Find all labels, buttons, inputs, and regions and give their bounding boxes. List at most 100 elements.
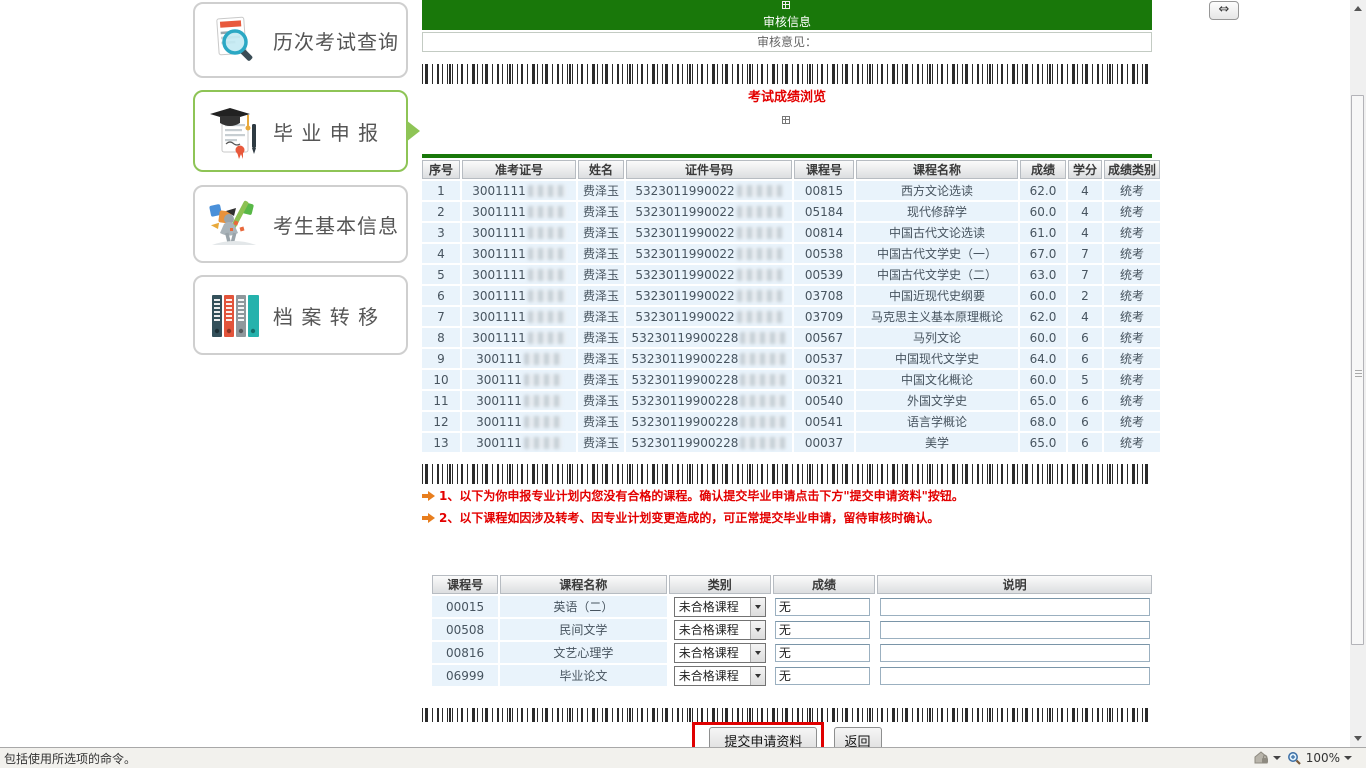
cell-credit: 5	[1068, 370, 1102, 389]
masked-digits	[524, 353, 562, 365]
cell-idcard: 53230119900228	[626, 412, 792, 431]
cell-course-name: 中国文化概论	[856, 370, 1018, 389]
cell-ticket: 3001111	[462, 223, 576, 242]
sidebar-item-label: 历次考试查询	[273, 26, 399, 55]
sidebar-item-label: 档 案 转 移	[273, 301, 379, 330]
col-score: 成绩	[773, 575, 875, 594]
cell-credit: 6	[1068, 391, 1102, 410]
cell-course-name: 马克思主义基本原理概论	[856, 307, 1018, 326]
cell-course-name: 美学	[856, 433, 1018, 452]
note-input[interactable]	[880, 621, 1150, 639]
chevron-down-icon	[755, 605, 761, 612]
cell-type: 统考	[1104, 391, 1160, 410]
cell-score	[773, 596, 875, 617]
cell-idcard: 5323011990022	[626, 307, 792, 326]
cell-course-no: 03709	[794, 307, 854, 326]
score-row: 23001111费泽玉532301199002205184现代修辞学60.04统…	[422, 202, 1160, 221]
cell-seq: 4	[422, 244, 460, 263]
cell-course-no: 00539	[794, 265, 854, 284]
active-item-arrow	[406, 120, 420, 142]
sidebar-item-exam-query[interactable]: 历次考试查询	[193, 2, 408, 78]
note-input[interactable]	[880, 644, 1150, 662]
score-input[interactable]	[775, 644, 870, 662]
category-select[interactable]: 未合格课程	[674, 643, 766, 663]
note-input[interactable]	[880, 667, 1150, 685]
cell-score	[773, 619, 875, 640]
zoom-control[interactable]: 100%	[1287, 751, 1352, 766]
cell-name: 费泽玉	[578, 202, 624, 221]
dropdown-arrow-icon	[1273, 756, 1281, 764]
cell-name: 费泽玉	[578, 286, 624, 305]
score-input[interactable]	[775, 621, 870, 639]
score-row: 73001111费泽玉532301199002203709马克思主义基本原理概论…	[422, 307, 1160, 326]
cell-score: 61.0	[1020, 223, 1066, 242]
cell-seq: 8	[422, 328, 460, 347]
chevron-down-icon	[755, 651, 761, 658]
cell-note	[877, 596, 1152, 617]
sidebar-item-archive[interactable]: 档 案 转 移	[193, 275, 408, 355]
unqualified-row: 06999毕业论文未合格课程	[432, 665, 1152, 686]
cell-note	[877, 619, 1152, 640]
protected-mode-icon	[1253, 751, 1270, 765]
sidebar-item-graduation[interactable]: 毕 业 申 报	[193, 90, 408, 172]
vertical-scrollbar[interactable]	[1350, 0, 1366, 747]
cell-ticket: 300111	[462, 391, 576, 410]
cell-course-no: 00015	[432, 596, 498, 617]
masked-digits	[528, 206, 566, 218]
cell-type: 统考	[1104, 286, 1160, 305]
score-input[interactable]	[775, 598, 870, 616]
cell-score: 60.0	[1020, 370, 1066, 389]
scroll-up-button[interactable]	[1350, 0, 1366, 17]
cell-credit: 6	[1068, 328, 1102, 347]
cell-ticket: 3001111	[462, 328, 576, 347]
masked-digits	[737, 206, 783, 218]
masked-digits	[528, 185, 566, 197]
cell-note	[877, 665, 1152, 686]
cell-course-no: 00541	[794, 412, 854, 431]
cell-idcard: 53230119900228	[626, 349, 792, 368]
col-ticket: 准考证号	[462, 160, 576, 179]
category-select[interactable]: 未合格课程	[674, 597, 766, 617]
cell-ticket: 3001111	[462, 244, 576, 263]
resize-toggle-button[interactable]: ⇔	[1209, 1, 1239, 20]
cell-idcard: 5323011990022	[626, 202, 792, 221]
notice-line-2: 2、以下课程如因涉及转考、因专业计划变更造成的，可正常提交毕业申请，留待审核时确…	[439, 509, 939, 526]
cell-course-no: 00508	[432, 619, 498, 640]
score-input[interactable]	[775, 667, 870, 685]
notice-line-1: 1、以下为你申报专业计划内您没有合格的课程。确认提交毕业申请点击下方"提交申请资…	[439, 487, 964, 504]
cell-course-name: 中国古代文论选读	[856, 223, 1018, 242]
score-row: 11300111费泽玉5323011990022800540外国文学史65.06…	[422, 391, 1160, 410]
cell-name: 费泽玉	[578, 181, 624, 200]
sidebar-item-student-info[interactable]: 考生基本信息	[193, 185, 408, 263]
cell-course-no: 00037	[794, 433, 854, 452]
cell-idcard: 53230119900228	[626, 328, 792, 347]
scrollbar-thumb[interactable]	[1351, 95, 1364, 645]
cell-idcard: 5323011990022	[626, 265, 792, 284]
cell-note	[877, 642, 1152, 663]
category-select[interactable]: 未合格课程	[674, 666, 766, 686]
cell-idcard: 53230119900228	[626, 370, 792, 389]
scroll-down-button[interactable]	[1350, 730, 1366, 747]
chevron-down-icon	[755, 674, 761, 681]
cell-credit: 4	[1068, 202, 1102, 221]
score-row: 9300111费泽玉5323011990022800537中国现代文学史64.0…	[422, 349, 1160, 368]
cell-type: 统考	[1104, 370, 1160, 389]
status-bar-text: 包括使用所选项的命令。	[0, 750, 1253, 767]
cell-course-no: 00540	[794, 391, 854, 410]
cell-course-name: 中国古代文学史（二）	[856, 265, 1018, 284]
note-input[interactable]	[880, 598, 1150, 616]
protected-mode-control[interactable]	[1253, 751, 1281, 765]
cell-score: 64.0	[1020, 349, 1066, 368]
cell-course-no: 00816	[432, 642, 498, 663]
masked-digits	[740, 332, 786, 344]
cell-score: 68.0	[1020, 412, 1066, 431]
category-select-value: 未合格课程	[675, 644, 750, 661]
category-select[interactable]: 未合格课程	[674, 620, 766, 640]
cell-course-no: 05184	[794, 202, 854, 221]
cell-type: 统考	[1104, 349, 1160, 368]
masked-digits	[528, 248, 566, 260]
col-credit: 学分	[1068, 160, 1102, 179]
up-arrow-icon	[1354, 2, 1362, 11]
select-arrow-button	[750, 667, 765, 685]
masked-digits	[740, 416, 786, 428]
